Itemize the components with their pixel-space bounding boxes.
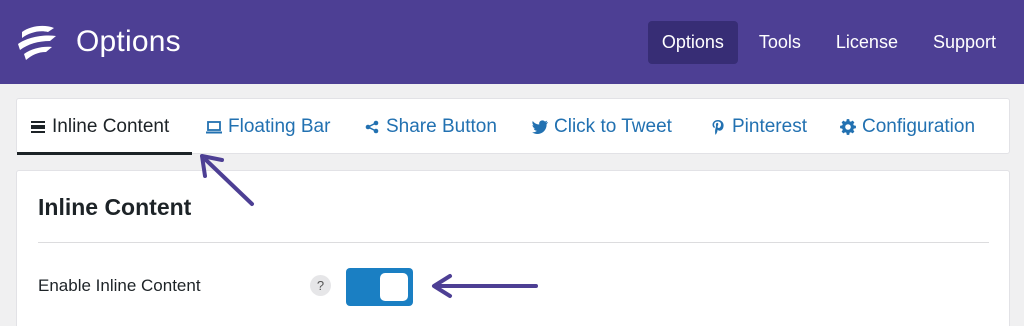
tab-label: Share Button [386, 116, 497, 137]
laptop-icon [206, 119, 222, 135]
toggle-knob [380, 273, 408, 301]
tab-floating-bar[interactable]: Floating Bar [206, 99, 330, 155]
app-header: Options Options Tools License Support [0, 0, 1024, 84]
topnav-license[interactable]: License [822, 21, 912, 64]
twitter-icon [532, 119, 548, 135]
section-title: Inline Content [38, 194, 192, 220]
tab-label: Floating Bar [228, 116, 331, 137]
tab-inline-content[interactable]: Inline Content [30, 99, 169, 155]
inline-content-icon [30, 119, 46, 135]
tab-share-button[interactable]: Share Button [364, 99, 497, 155]
tab-label: Configuration [862, 116, 976, 137]
help-icon[interactable]: ? [310, 275, 331, 296]
tab-label: Pinterest [732, 116, 807, 137]
enable-inline-content-label: Enable Inline Content [38, 276, 201, 295]
topnav-options[interactable]: Options [647, 21, 738, 64]
tab-label: Inline Content [52, 116, 170, 137]
tab-pinterest[interactable]: Pinterest [710, 99, 807, 155]
share-icon [364, 119, 380, 135]
active-tab-indicator [17, 152, 192, 155]
topnav-support[interactable]: Support [919, 21, 1010, 64]
settings-panel: Inline Content Enable Inline Content ? [16, 170, 1010, 326]
tab-configuration[interactable]: Configuration [840, 99, 975, 155]
gear-icon [840, 119, 856, 135]
app-title: Options [76, 25, 181, 58]
settings-tabs: Inline Content Floating Bar Share Button… [16, 98, 1010, 155]
enable-inline-content-toggle[interactable] [346, 268, 413, 306]
tab-label: Click to Tweet [554, 116, 672, 137]
app-logo [18, 25, 56, 60]
topnav-tools[interactable]: Tools [745, 21, 815, 64]
top-navigation: Options Tools License Support [641, 21, 1010, 64]
tab-click-to-tweet[interactable]: Click to Tweet [532, 99, 672, 155]
pinterest-icon [710, 119, 726, 135]
section-divider [38, 242, 989, 243]
